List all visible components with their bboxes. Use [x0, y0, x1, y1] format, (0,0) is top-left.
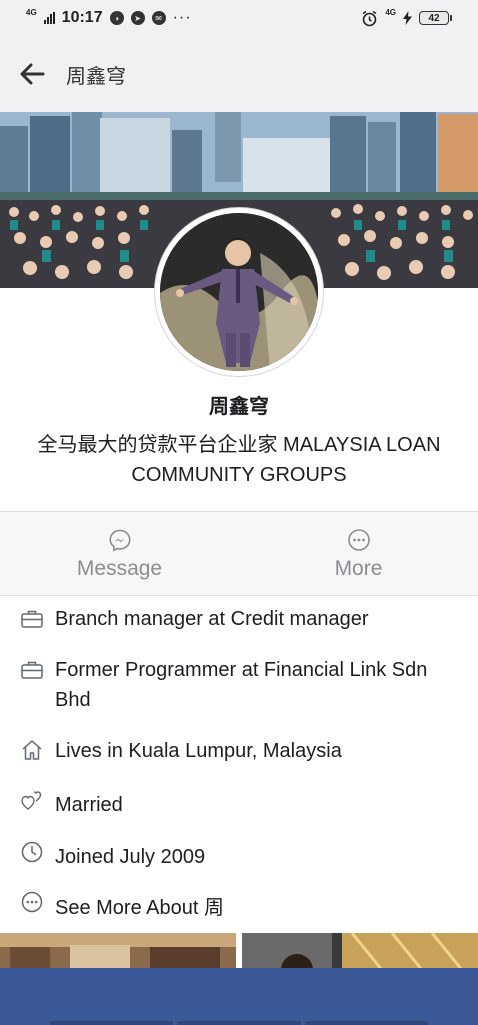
intro-text: Branch manager at Credit manager — [55, 608, 369, 630]
message-button[interactable]: Message — [0, 512, 239, 595]
message-label: Message — [76, 556, 163, 580]
avatar[interactable] — [160, 213, 318, 371]
home-icon — [20, 738, 44, 762]
photos-strip — [0, 933, 478, 970]
status-time: 10:17 — [61, 9, 103, 26]
network-type-right: 4G — [385, 8, 396, 17]
more-button[interactable]: More — [239, 512, 478, 595]
profile-actions: Message More — [0, 512, 478, 595]
intro-text: Married — [55, 794, 123, 816]
photo-thumbnail[interactable] — [242, 933, 478, 970]
more-label: More — [334, 556, 383, 580]
top-bar: 周鑫穹 — [0, 36, 478, 112]
notification-icon: ◑ — [109, 11, 124, 25]
bottom-tabs — [0, 1021, 478, 1025]
telegram-icon: ➤ — [130, 11, 145, 25]
clock-icon — [20, 840, 44, 864]
profile-photo-frame[interactable] — [155, 208, 323, 376]
profile-bio: 全马最大的贷款平台企业家 MALAYSIA LOAN COMMUNITY GRO… — [37, 434, 441, 486]
battery-level: 42 — [419, 11, 449, 25]
status-left: 4G 10:17 ◑ ➤ ✉ ··· — [26, 9, 192, 27]
divider — [0, 595, 478, 596]
more-circle-icon — [20, 890, 44, 914]
intro-text: Former Programmer at Financial Link Sdn … — [55, 659, 428, 711]
bottom-tab[interactable] — [304, 1021, 428, 1025]
page-title: 周鑫穹 — [66, 65, 126, 88]
briefcase-icon — [20, 607, 44, 631]
signal-icon — [43, 12, 55, 24]
alarm-icon — [362, 10, 377, 26]
network-type: 4G — [26, 8, 37, 17]
bottom-tab[interactable] — [177, 1021, 301, 1025]
profile-name: 周鑫穹 — [209, 396, 269, 418]
back-arrow-icon[interactable] — [18, 60, 46, 88]
more-notifications-icon: ··· — [172, 9, 192, 26]
bottom-bar — [0, 968, 478, 1025]
messenger-icon — [107, 527, 133, 553]
intro-text: Joined July 2009 — [55, 846, 206, 868]
charging-icon — [403, 11, 412, 25]
battery-icon: 42 — [419, 11, 452, 25]
bottom-tab[interactable] — [50, 1021, 174, 1025]
briefcase-icon — [20, 658, 44, 682]
hearts-icon — [20, 788, 44, 812]
messenger-status-icon: ✉ — [151, 11, 166, 25]
intro-text: Lives in Kuala Lumpur, Malaysia — [55, 740, 342, 762]
status-right: 4G 42 — [361, 8, 452, 27]
more-icon — [346, 527, 372, 553]
intro-text: See More About 周 — [55, 897, 224, 919]
status-bar: 4G 10:17 ◑ ➤ ✉ ··· 4G 42 — [0, 0, 478, 36]
photo-thumbnail[interactable] — [0, 933, 236, 970]
